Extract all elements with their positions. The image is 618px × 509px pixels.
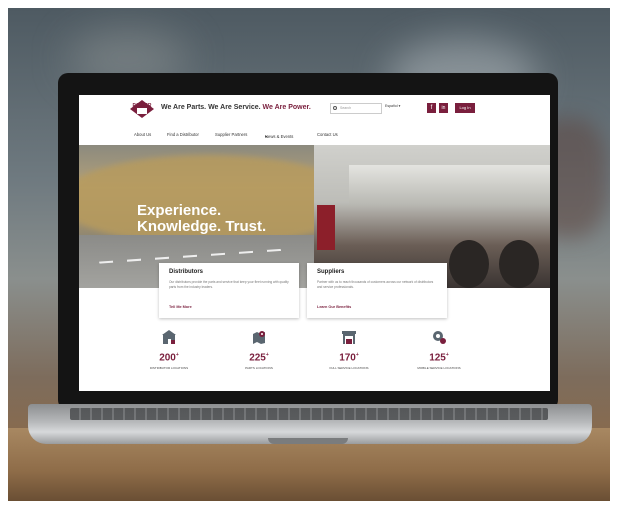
hero-truck-wheel: [449, 240, 489, 288]
search-input[interactable]: Search: [330, 103, 382, 114]
nav-news-label: News & Events: [265, 134, 294, 139]
hero-title-line1: Experience.: [137, 202, 222, 219]
linkedin-icon[interactable]: in: [439, 103, 448, 113]
laptop-notch: [268, 438, 348, 444]
laptop-screen: POWER We Are Parts. We Are Service. We A…: [79, 95, 550, 391]
chevron-down-icon: ▾: [398, 104, 401, 108]
language-label: Español: [385, 104, 398, 108]
stat-number: 125+: [429, 352, 449, 364]
search-placeholder: Search: [340, 106, 352, 110]
stat-value: 225: [249, 352, 266, 364]
facebook-icon[interactable]: f: [427, 103, 436, 113]
language-select[interactable]: Español ▾: [385, 104, 400, 108]
stat-number: 200+: [159, 352, 179, 364]
stat-label: FULL SERVICE LOCATIONS: [329, 366, 369, 370]
stat-number: 170+: [339, 352, 359, 364]
card-title: Suppliers: [317, 269, 345, 275]
building-icon: [162, 330, 176, 344]
card-body: Partner with us to reach thousands of cu…: [317, 280, 434, 289]
site-header: POWER We Are Parts. We Are Service. We A…: [79, 95, 550, 123]
hero-title-line2: Knowledge. Trust.: [137, 218, 267, 235]
distributors-card: Distributors Our distributors provide th…: [159, 263, 299, 318]
nav-item-about[interactable]: About Us: [134, 132, 151, 137]
power-logo-icon[interactable]: POWER: [127, 98, 157, 120]
stat-label: DISTRIBUTOR LOCATIONS: [149, 366, 189, 370]
card-title: Distributors: [169, 269, 204, 275]
search-icon: [333, 106, 337, 110]
tagline-part2: We Are Power.: [260, 104, 311, 111]
stat-value: 125: [429, 352, 446, 364]
stat-value: 200: [159, 352, 176, 364]
login-button[interactable]: Log In: [455, 103, 475, 113]
card-body: Our distributors provide the parts and s…: [169, 280, 289, 289]
chevron-down-icon: ▾: [265, 134, 268, 139]
tagline-part1: We Are Parts. We Are Service.: [161, 104, 261, 111]
stat-label: PARTS LOCATIONS: [245, 366, 273, 370]
card-link[interactable]: Tell Me More: [169, 305, 192, 309]
hero-title: Experience. Knowledge. Trust.: [137, 203, 266, 235]
stat-value: 170: [339, 352, 356, 364]
site-tagline: We Are Parts. We Are Service. We Are Pow…: [161, 104, 311, 111]
gear-icon: [433, 331, 446, 344]
nav-item-supplier-partners[interactable]: Supplier Partners: [215, 132, 247, 137]
hero-truck-cab: [317, 205, 335, 250]
main-nav: About Us Find a Distributor Supplier Par…: [79, 130, 550, 142]
map-pin-icon: [253, 331, 265, 344]
hero-trailer: [349, 165, 550, 205]
stat-number: 225+: [249, 352, 269, 364]
service-bay-icon: [342, 331, 356, 344]
suppliers-card: Suppliers Partner with us to reach thous…: [307, 263, 447, 318]
stat-label: MOBILE SERVICE LOCATIONS: [417, 366, 461, 370]
laptop-keyboard: [70, 408, 548, 420]
nav-item-find-distributor[interactable]: Find a Distributor: [167, 132, 199, 137]
nav-item-contact[interactable]: Contact Us: [317, 132, 338, 137]
card-link[interactable]: Learn Our Benefits: [317, 305, 351, 309]
hero-truck-wheel: [499, 240, 539, 288]
